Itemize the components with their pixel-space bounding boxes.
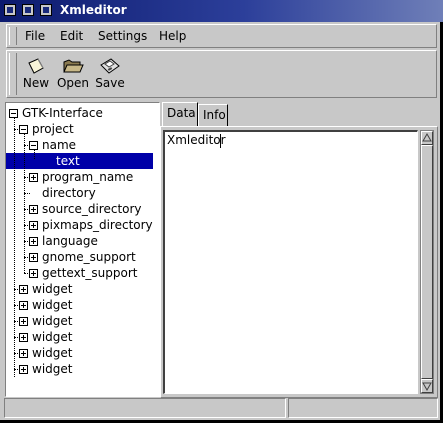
scroll-down-button[interactable] (421, 379, 433, 393)
tree-guide-line (34, 149, 35, 159)
tab-data-label: Data (167, 106, 196, 120)
status-bar-left (4, 398, 286, 418)
expand-icon[interactable] (29, 221, 38, 230)
save-button[interactable]: Save (93, 57, 127, 95)
tree-node-label: widget (32, 314, 73, 328)
menu-file[interactable]: File (25, 29, 45, 43)
tree-node[interactable]: language (42, 233, 98, 249)
tree-node[interactable]: widget (32, 345, 72, 361)
expand-icon[interactable] (19, 349, 28, 358)
new-label: New (22, 76, 50, 90)
tree-node[interactable]: GTK-Interface (22, 105, 103, 121)
scroll-up-button[interactable] (421, 131, 433, 145)
tree-guide-line (14, 117, 15, 377)
tab-info[interactable]: Info (198, 104, 228, 126)
tree-node[interactable]: source_directory (42, 201, 142, 217)
tree-node-label: pixmaps_directory (42, 218, 153, 232)
scroll-thumb[interactable] (421, 145, 433, 379)
tree-node-label: widget (32, 298, 73, 312)
minimize-button[interactable] (22, 4, 34, 16)
data-text-value: Xmleditor (167, 133, 226, 147)
menu-bar: File Edit Settings Help (6, 24, 437, 48)
expand-icon[interactable] (19, 301, 28, 310)
tree-node-label: program_name (42, 170, 134, 184)
tree-guide-line (24, 133, 25, 273)
tree-node-label: widget (32, 362, 73, 376)
expand-icon[interactable] (29, 269, 38, 278)
tree-node[interactable]: widget (32, 361, 72, 377)
status-bar-right (288, 398, 438, 418)
tree-node[interactable]: directory (42, 185, 96, 201)
data-text-area[interactable]: Xmleditor (163, 130, 418, 394)
window-title: Xmleditor (60, 3, 127, 17)
tree-node-label: language (42, 234, 98, 248)
maximize-button[interactable] (40, 4, 52, 16)
menu-settings[interactable]: Settings (98, 29, 147, 43)
new-button[interactable]: New (19, 57, 53, 95)
text-vertical-scrollbar[interactable] (420, 130, 434, 394)
floppy-disk-icon (100, 58, 120, 74)
expand-icon[interactable] (19, 365, 28, 374)
tree-node-label: directory (42, 186, 96, 200)
expand-icon[interactable] (29, 253, 38, 262)
tree-node[interactable]: widget (32, 297, 72, 313)
tree-node-label: GTK-Interface (22, 106, 103, 120)
toolbar-handle[interactable] (9, 53, 17, 95)
tree-node-label: widget (32, 346, 73, 360)
tree-node[interactable]: name (42, 137, 76, 153)
menubar-handle[interactable] (9, 27, 17, 45)
tab-data[interactable]: Data (162, 102, 198, 126)
expand-icon[interactable] (19, 333, 28, 342)
application-window: Xmleditor File Edit Settings Help New Op… (0, 0, 443, 423)
tree-node-label: widget (32, 330, 73, 344)
tree-node-label: gettext_support (42, 266, 138, 280)
tree-node[interactable]: project (32, 121, 74, 137)
menu-help[interactable]: Help (159, 29, 186, 43)
window-menu-button[interactable] (4, 4, 16, 16)
open-label: Open (56, 76, 90, 90)
tree-node[interactable]: program_name (42, 169, 133, 185)
text-caret (220, 134, 221, 148)
new-document-icon (28, 58, 44, 74)
tree-node-label: name (42, 138, 77, 152)
title-bar[interactable]: Xmleditor (0, 0, 443, 22)
tree-node-label: text (56, 154, 80, 168)
tree-node[interactable]: text (6, 153, 153, 169)
tree-node-label: gnome_support (42, 250, 136, 264)
tree-node[interactable]: widget (32, 313, 72, 329)
open-button[interactable]: Open (56, 57, 90, 95)
tree-node[interactable]: gettext_support (42, 265, 137, 281)
tree-node[interactable]: widget (32, 281, 72, 297)
expand-icon[interactable] (19, 285, 28, 294)
tree-node[interactable]: gnome_support (42, 249, 136, 265)
tree-node[interactable]: pixmaps_directory (42, 217, 153, 233)
save-label: Save (95, 76, 125, 90)
tree-view[interactable]: GTK-Interface project name text program_name… (5, 102, 160, 397)
tab-info-label: Info (203, 108, 226, 122)
arrow-down-icon (422, 382, 432, 392)
tree-node-label: source_directory (42, 202, 142, 216)
menu-edit[interactable]: Edit (60, 29, 83, 43)
toolbar: New Open Save (6, 50, 437, 98)
expand-icon[interactable] (29, 205, 38, 214)
folder-open-icon (63, 59, 84, 73)
tree-node-label: widget (32, 282, 73, 296)
tree-node-label: project (32, 122, 74, 136)
expand-icon[interactable] (29, 173, 38, 182)
arrow-up-icon (422, 132, 432, 142)
expand-icon[interactable] (29, 237, 38, 246)
tree-node[interactable]: widget (32, 329, 72, 345)
expand-icon[interactable] (19, 317, 28, 326)
